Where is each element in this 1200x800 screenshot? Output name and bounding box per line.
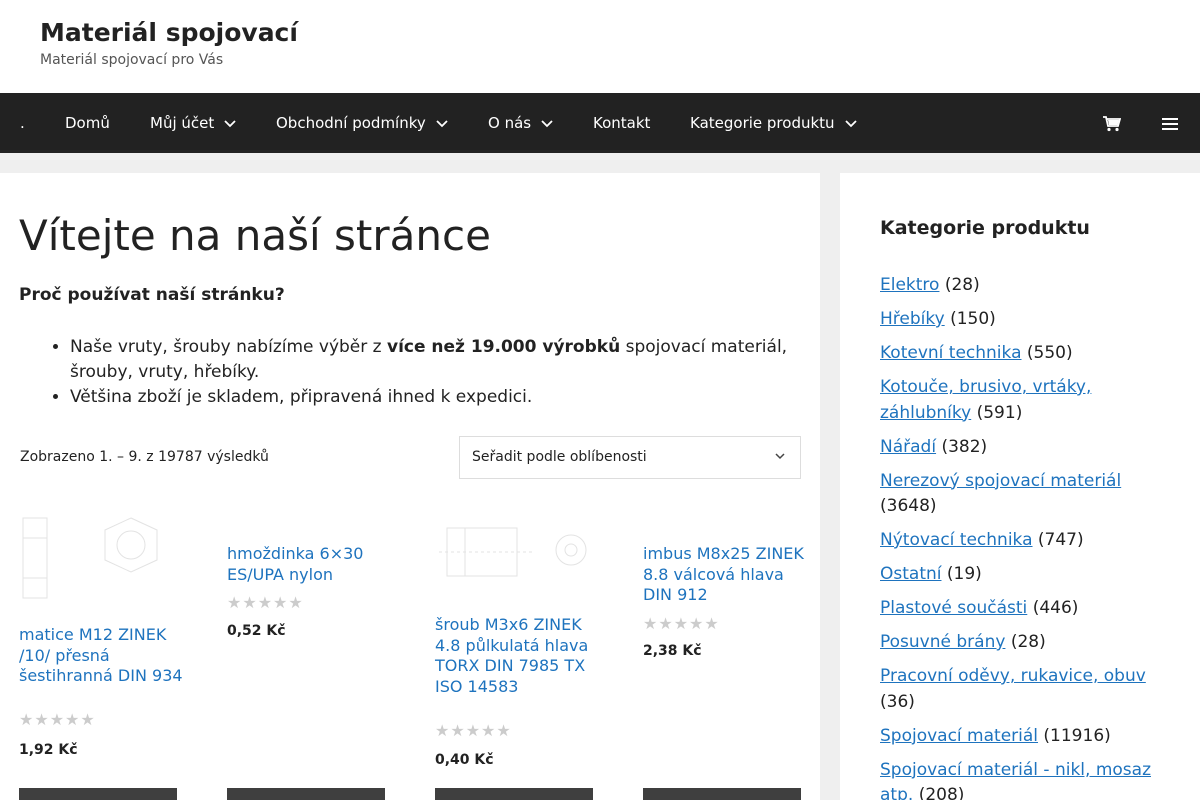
category-link[interactable]: Ostatní [880, 564, 941, 584]
category-count: (11916) [1043, 725, 1111, 746]
main-content: Vítejte na naší stránce Proč používat na… [0, 173, 820, 800]
category-count: (446) [1032, 598, 1079, 618]
category-count: (747) [1037, 530, 1084, 550]
intro-bullet-list: Naše vruty, šrouby nabízíme výběr z více… [70, 335, 810, 410]
list-item: Nářadí (382) [880, 435, 1180, 461]
category-link[interactable]: Posuvné brány [880, 632, 1005, 652]
star-rating: ★★★★★ [435, 721, 512, 740]
nav-item-terms[interactable]: Obchodní podmínky [276, 93, 448, 153]
page-title: Vítejte na naší stránce [19, 211, 491, 260]
add-to-cart-button[interactable] [19, 788, 177, 800]
category-link[interactable]: Nýtovací technika [880, 530, 1033, 550]
chevron-down-icon [775, 453, 785, 460]
category-list: Elektro (28) Hřebíky (150) Kotevní techn… [880, 273, 1180, 800]
list-item: Elektro (28) [880, 273, 1180, 299]
category-count: (382) [941, 436, 988, 457]
star-rating: ★★★★★ [19, 710, 96, 729]
list-item: Naše vruty, šrouby nabízíme výběr z více… [70, 335, 810, 385]
result-count: Zobrazeno 1. – 9. z 19787 výsledků [20, 449, 269, 465]
chevron-down-icon [844, 119, 857, 127]
product-title[interactable]: imbus M8x25 ZINEK 8.8 válcová hlava DIN … [643, 544, 808, 606]
product-price: 1,92 Kč [19, 742, 78, 758]
product-image[interactable] [435, 510, 595, 590]
nav-item-my-account[interactable]: Můj účet [150, 93, 236, 153]
category-link[interactable]: Nerezový spojovací materiál [880, 471, 1121, 491]
intro-question: Proč používat naší stránku? [19, 285, 285, 305]
category-count: (28) [1010, 632, 1046, 652]
nav-item-label: Kategorie produktu [690, 114, 835, 132]
nav-item-contact[interactable]: Kontakt [593, 93, 650, 153]
category-count: (3648) [880, 496, 937, 516]
product-title[interactable]: šroub M3x6 ZINEK 4.8 půlkulatá hlava TOR… [435, 615, 600, 697]
category-link[interactable]: Nářadí [880, 437, 936, 457]
add-to-cart-button[interactable] [435, 788, 593, 800]
list-item: Spojovací materiál (11916) [880, 724, 1180, 750]
nav-item-label: O nás [488, 114, 532, 132]
nav-item-about[interactable]: O nás [488, 93, 553, 153]
category-link[interactable]: Kotevní technika [880, 343, 1022, 363]
category-count: (150) [950, 309, 996, 329]
list-item: Většina zboží je skladem, připravená ihn… [70, 385, 810, 410]
product-title[interactable]: matice M12 ZINEK /10/ přesná šestihranná… [19, 625, 184, 687]
product-price: 0,40 Kč [435, 752, 494, 768]
product-image[interactable] [19, 510, 179, 605]
chevron-down-icon [436, 119, 448, 127]
hamburger-menu-icon[interactable] [1162, 93, 1178, 153]
sort-selected-value: Seřadit podle oblíbenosti [472, 449, 647, 465]
widget-title: Kategorie produktu [880, 217, 1090, 239]
list-item: Posuvné brány (28) [880, 630, 1180, 656]
chevron-down-icon [224, 119, 236, 127]
category-count: (591) [976, 402, 1023, 423]
main-navigation: . Domů Můj účet Obchodní podmínky O nás … [0, 93, 1200, 153]
product-title[interactable]: hmoždinka 6×30 ES/UPA nylon [227, 544, 392, 585]
category-count: (19) [946, 564, 982, 584]
list-item: Nerezový spojovací materiál (3648) [880, 469, 1180, 520]
star-rating: ★★★★★ [643, 614, 720, 633]
sort-dropdown[interactable]: Seřadit podle oblíbenosti [459, 436, 801, 479]
bullet-text: Naše vruty, šrouby nabízíme výběr z [70, 337, 387, 357]
nav-item-dot[interactable]: . [20, 93, 25, 153]
category-count: (28) [944, 275, 980, 295]
chevron-down-icon [541, 119, 553, 127]
add-to-cart-button[interactable] [227, 788, 385, 800]
list-item: Ostatní (19) [880, 562, 1180, 588]
nav-item-product-categories[interactable]: Kategorie produktu [690, 93, 857, 153]
category-count: (550) [1026, 343, 1073, 363]
nav-item-home[interactable]: Domů [65, 93, 110, 153]
list-item: Kotevní technika (550) [880, 341, 1180, 367]
site-header: Materiál spojovací Materiál spojovací pr… [0, 0, 1200, 93]
cart-icon[interactable] [1103, 93, 1122, 153]
list-item: Hřebíky (150) [880, 307, 1180, 333]
star-rating: ★★★★★ [227, 593, 304, 612]
nav-item-label: Můj účet [150, 114, 215, 132]
list-item: Plastové součásti (446) [880, 596, 1180, 622]
category-link[interactable]: Hřebíky [880, 309, 945, 329]
bullet-highlight: více než 19.000 výrobků [386, 337, 621, 357]
category-link[interactable]: Elektro [880, 275, 939, 295]
site-tagline: Materiál spojovací pro Vás [40, 52, 224, 68]
list-item: Pracovní oděvy, rukavice, obuv (36) [880, 664, 1180, 715]
list-item: Spojovací materiál - nikl, mosaz atp. (2… [880, 758, 1180, 800]
category-link[interactable]: Pracovní oděvy, rukavice, obuv [880, 666, 1146, 686]
site-title[interactable]: Materiál spojovací [40, 18, 298, 47]
list-item: Kotouče, brusivo, vrtáky, záhlubníky (59… [880, 375, 1180, 426]
list-item: Nýtovací technika (747) [880, 528, 1180, 554]
category-link[interactable]: Spojovací materiál [880, 726, 1038, 746]
product-price: 0,52 Kč [227, 623, 286, 639]
nav-item-label: Obchodní podmínky [276, 114, 426, 132]
category-link[interactable]: Plastové součásti [880, 598, 1027, 618]
category-count: (208) [918, 785, 965, 800]
add-to-cart-button[interactable] [643, 788, 801, 800]
sidebar: Kategorie produktu Elektro (28) Hřebíky … [840, 173, 1200, 800]
category-count: (36) [880, 691, 915, 712]
product-price: 2,38 Kč [643, 643, 702, 659]
